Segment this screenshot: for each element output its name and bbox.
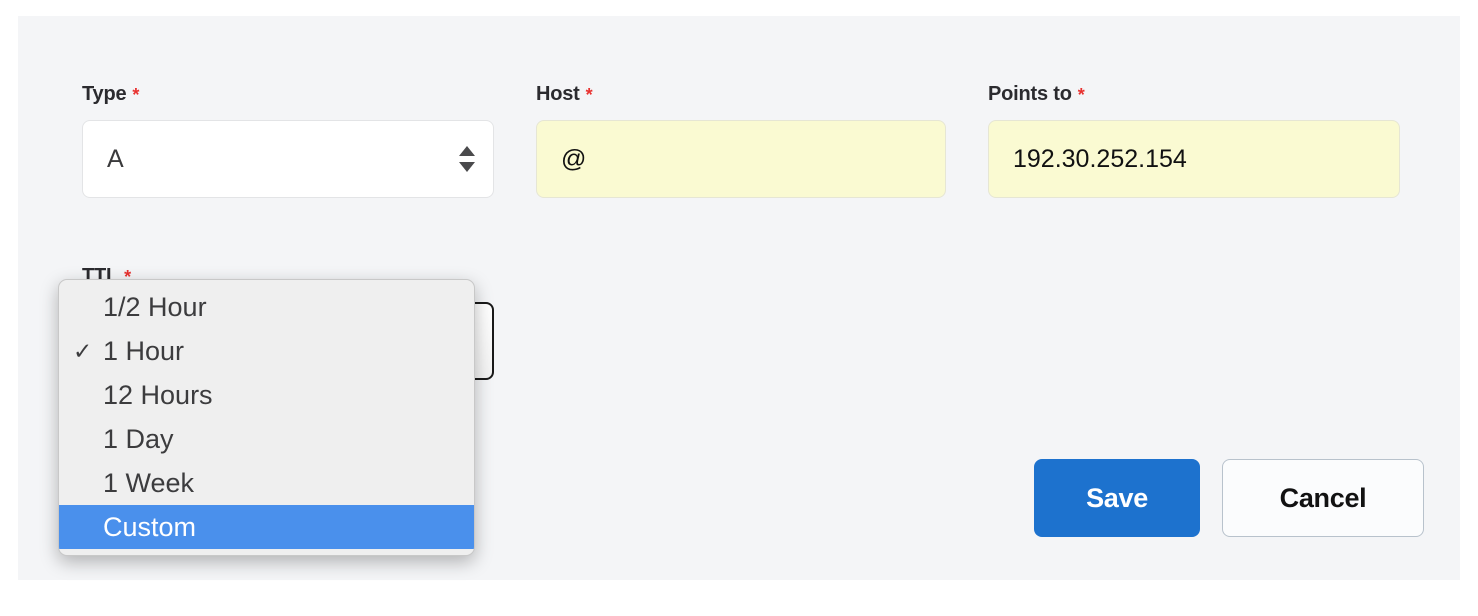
chevron-up-icon (459, 146, 475, 156)
label-host-text: Host (536, 83, 580, 105)
stepper-arrows-icon[interactable] (459, 140, 475, 178)
ttl-option-1-day[interactable]: 1 Day (59, 417, 474, 461)
label-type: Type * (82, 82, 494, 106)
points-to-input[interactable]: 192.30.252.154 (988, 120, 1400, 198)
points-to-input-value: 192.30.252.154 (1013, 144, 1187, 173)
field-points-to: Points to * 192.30.252.154 (988, 82, 1400, 198)
ttl-option-label: 1/2 Hour (103, 291, 207, 322)
form-actions: Save Cancel (1034, 459, 1424, 537)
ttl-option-label: 1 Hour (103, 335, 185, 366)
required-asterisk-type: * (132, 85, 140, 105)
cancel-button[interactable]: Cancel (1222, 459, 1424, 537)
ttl-option-1-2-hour[interactable]: 1/2 Hour (59, 285, 474, 329)
label-points-to: Points to * (988, 82, 1400, 106)
ttl-option-label: Custom (103, 511, 197, 542)
label-points-to-text: Points to (988, 83, 1072, 105)
host-input-value: @ (561, 144, 587, 173)
field-type: Type * A (82, 82, 494, 198)
save-button[interactable]: Save (1034, 459, 1200, 537)
chevron-down-icon (459, 162, 475, 172)
host-input[interactable]: @ (536, 120, 946, 198)
ttl-option-label: 12 Hours (103, 379, 213, 410)
type-select-value: A (107, 144, 124, 173)
check-icon: ✓ (73, 337, 93, 364)
ttl-option-label: 1 Week (103, 467, 195, 498)
ttl-option-12-hours[interactable]: 12 Hours (59, 373, 474, 417)
ttl-option-1-hour[interactable]: ✓ 1 Hour (59, 329, 474, 373)
ttl-option-1-week[interactable]: 1 Week (59, 461, 474, 505)
ttl-option-custom[interactable]: Custom (59, 505, 474, 549)
label-host: Host * (536, 82, 946, 106)
field-host: Host * @ (536, 82, 946, 198)
type-select[interactable]: A (82, 120, 494, 198)
label-type-text: Type (82, 83, 127, 105)
ttl-option-label: 1 Day (103, 423, 174, 454)
required-asterisk-points-to: * (1077, 85, 1085, 105)
ttl-dropdown-menu[interactable]: 1/2 Hour ✓ 1 Hour 12 Hours 1 Day 1 Week Custom (58, 279, 475, 556)
required-asterisk-host: * (585, 85, 593, 105)
